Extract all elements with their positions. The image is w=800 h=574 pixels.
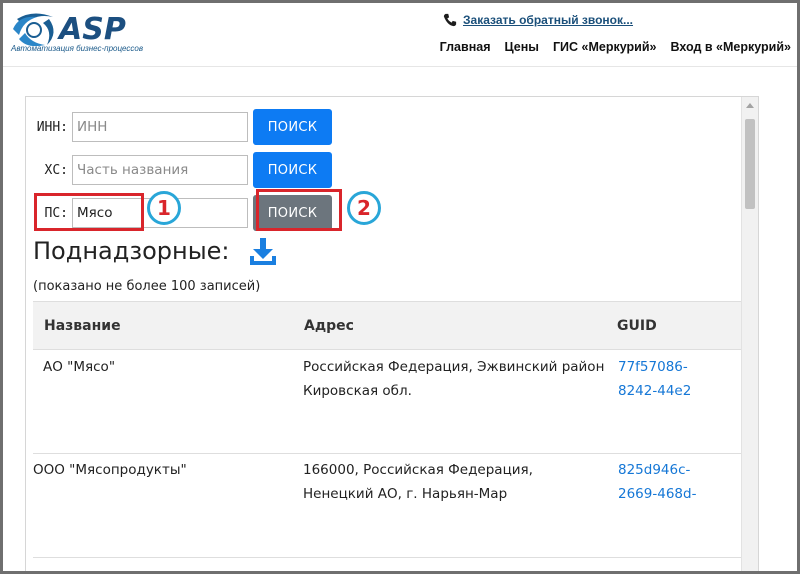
records-note: (показано не более 100 записей) [33,279,261,294]
nav-prices[interactable]: Цены [505,40,539,54]
scroll-up-arrow-icon[interactable] [746,103,754,108]
hs-input[interactable] [72,155,248,185]
row-guid-link[interactable]: 77f57086- 8242-44e2 [618,355,698,403]
col-name-header: Название [44,318,121,334]
scroll-thumb[interactable] [745,119,755,209]
callback-link[interactable]: Заказать обратный звонок... [443,13,633,27]
content-panel: ИНН: ПОИСК ХС: ПОИСК ПС: ПОИСК 1 2 Подна… [25,96,759,571]
svg-text:ASP: ASP [57,12,126,47]
browser-frame: ASP Автоматизация бизнес-процессов Заказ… [0,0,800,574]
inn-search-button[interactable]: ПОИСК [253,109,332,145]
col-guid-header: GUID [617,318,657,334]
row-guid-line1: 77f57086- [618,359,688,375]
nav-gis-mercury[interactable]: ГИС «Меркурий» [553,40,657,54]
phone-icon [443,13,457,27]
vertical-scrollbar[interactable] [741,97,758,571]
row-guid-line1: 825d946c- [618,462,691,478]
download-icon[interactable] [249,237,277,267]
table-header: Название Адрес GUID [33,301,742,350]
site-header: ASP Автоматизация бизнес-процессов Заказ… [3,3,797,67]
step-marker-1: 1 [147,191,181,225]
results-table: Название Адрес GUID АО "Мясо" Российская… [33,301,742,558]
inn-label: ИНН: [36,119,68,135]
section-title: Поднадзорные: [33,237,230,265]
table-row[interactable]: ООО "Мясопродукты" 166000, Российская Фе… [33,454,742,558]
row-address-line1: Российская Федерация, Эжвинский район [303,359,605,375]
asp-logo[interactable]: ASP [11,9,171,61]
hs-search-row: ХС: ПОИСК [26,152,332,188]
row-guid-line2: 2669-468d- [618,486,697,502]
hs-label: ХС: [44,162,68,178]
row-guid-line2: 8242-44e2 [618,383,692,399]
inn-search-row: ИНН: ПОИСК [26,109,332,145]
step-marker-2: 2 [347,191,381,225]
inn-input[interactable] [72,112,248,142]
col-address-header: Адрес [304,318,354,334]
hs-search-button[interactable]: ПОИСК [253,152,332,188]
logo-tagline: Автоматизация бизнес-процессов [11,44,144,53]
row-name: ООО "Мясопродукты" [33,462,187,478]
row-guid-link[interactable]: 825d946c- 2669-468d- [618,458,698,506]
highlight-box-1 [34,193,144,231]
row-address: 166000, Российская Федерация, Ненецкий А… [303,458,533,506]
row-address: Российская Федерация, Эжвинский район Ки… [303,355,604,403]
nav-login-mercury[interactable]: Вход в «Меркурий» [671,40,792,54]
nav-home[interactable]: Главная [440,40,491,54]
main-nav: Главная Цены ГИС «Меркурий» Вход в «Мерк… [440,40,791,54]
row-address-line2: Ненецкий АО, г. Нарьян-Мар [303,486,508,502]
row-address-line2: Кировская обл. [303,383,412,399]
highlight-box-2 [256,189,342,231]
callback-text: Заказать обратный звонок... [463,13,634,27]
row-address-line1: 166000, Российская Федерация, [303,462,533,478]
table-row[interactable]: АО "Мясо" Российская Федерация, Эжвински… [33,350,742,454]
row-name: АО "Мясо" [43,359,116,375]
